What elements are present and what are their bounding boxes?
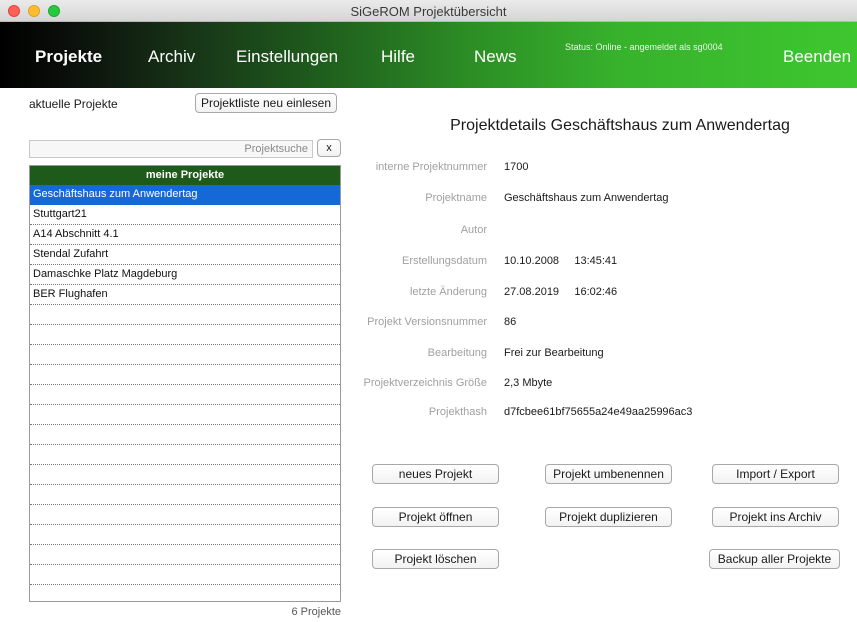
detail-value: d7fcbee61bf75655a24e49aa25996ac3 — [504, 406, 693, 418]
backup-all-button[interactable]: Backup aller Projekte — [709, 549, 840, 569]
empty-list-row — [30, 505, 340, 525]
nav-einstellungen[interactable]: Einstellungen — [236, 47, 338, 67]
current-projects-heading: aktuelle Projekte — [29, 97, 118, 111]
nav-archiv[interactable]: Archiv — [148, 47, 195, 67]
detail-value: Geschäftshaus zum Anwendertag — [504, 192, 669, 204]
empty-list-row — [30, 305, 340, 325]
empty-list-row — [30, 325, 340, 345]
project-list-item[interactable]: Stuttgart21 — [30, 205, 340, 225]
detail-label: Bearbeitung — [427, 347, 487, 359]
nav-projekte[interactable]: Projekte — [35, 47, 102, 67]
detail-label: Projekt Versionsnummer — [367, 316, 487, 328]
empty-list-row — [30, 445, 340, 465]
project-list: meine Projekte Geschäftshaus zum Anwende… — [29, 165, 341, 602]
project-list-header: meine Projekte — [30, 166, 340, 185]
empty-list-row — [30, 585, 340, 601]
detail-label: Autor — [460, 224, 487, 236]
project-list-item[interactable]: Stendal Zufahrt — [30, 245, 340, 265]
empty-list-row — [30, 425, 340, 445]
delete-project-button[interactable]: Projekt löschen — [372, 549, 499, 569]
empty-list-row — [30, 525, 340, 545]
project-count: 6 Projekte — [291, 606, 341, 618]
window-title: SiGeROM Projektübersicht — [350, 4, 507, 19]
empty-list-row — [30, 565, 340, 585]
project-list-item[interactable]: A14 Abschnitt 4.1 — [30, 225, 340, 245]
archive-project-button[interactable]: Projekt ins Archiv — [712, 507, 839, 527]
rename-project-button[interactable]: Projekt umbenennen — [545, 464, 672, 484]
clear-search-button[interactable]: x — [317, 139, 341, 157]
nav-news[interactable]: News — [474, 47, 517, 67]
detail-value: 27.08.2019 16:02:46 — [504, 286, 618, 298]
empty-list-row — [30, 545, 340, 565]
detail-label: Erstellungsdatum — [402, 255, 487, 267]
empty-list-row — [30, 365, 340, 385]
new-project-button[interactable]: neues Projekt — [372, 464, 499, 484]
empty-list-row — [30, 385, 340, 405]
detail-label: Projekthash — [428, 406, 487, 418]
status-text: Status: Online - angemeldet als sg0004 — [565, 42, 723, 52]
nav-hilfe[interactable]: Hilfe — [381, 47, 415, 67]
project-list-item[interactable]: Geschäftshaus zum Anwendertag — [30, 185, 340, 205]
app-window: SiGeROM Projektübersicht Projekte Archiv… — [0, 0, 857, 622]
detail-value: 86 — [504, 316, 517, 328]
empty-list-row — [30, 345, 340, 365]
detail-label: Projektverzeichnis Größe — [363, 377, 488, 389]
exit-button[interactable]: Beenden — [783, 47, 851, 67]
title-bar: SiGeROM Projektübersicht — [0, 0, 857, 22]
import-export-button[interactable]: Import / Export — [712, 464, 839, 484]
open-project-button[interactable]: Projekt öffnen — [372, 507, 499, 527]
project-search-input[interactable]: Projektsuche — [29, 140, 313, 158]
detail-value: 1700 — [504, 161, 529, 173]
project-list-item[interactable]: Damaschke Platz Magdeburg — [30, 265, 340, 285]
project-list-item[interactable]: BER Flughafen — [30, 285, 340, 305]
duplicate-project-button[interactable]: Projekt duplizieren — [545, 507, 672, 527]
detail-label: interne Projektnummer — [375, 161, 487, 173]
details-title: Projektdetails Geschäftshaus zum Anwende… — [450, 117, 790, 134]
main-nav: Projekte Archiv Einstellungen Hilfe News… — [0, 22, 857, 88]
detail-label: letzte Änderung — [409, 286, 487, 298]
empty-list-row — [30, 465, 340, 485]
detail-value: 2,3 Mbyte — [504, 377, 553, 389]
detail-value: 10.10.2008 13:45:41 — [504, 255, 618, 267]
detail-label: Projektname — [425, 192, 487, 204]
detail-value: Frei zur Bearbeitung — [504, 347, 604, 359]
empty-list-row — [30, 405, 340, 425]
empty-list-row — [30, 485, 340, 505]
reload-projects-button[interactable]: Projektliste neu einlesen — [195, 93, 337, 113]
